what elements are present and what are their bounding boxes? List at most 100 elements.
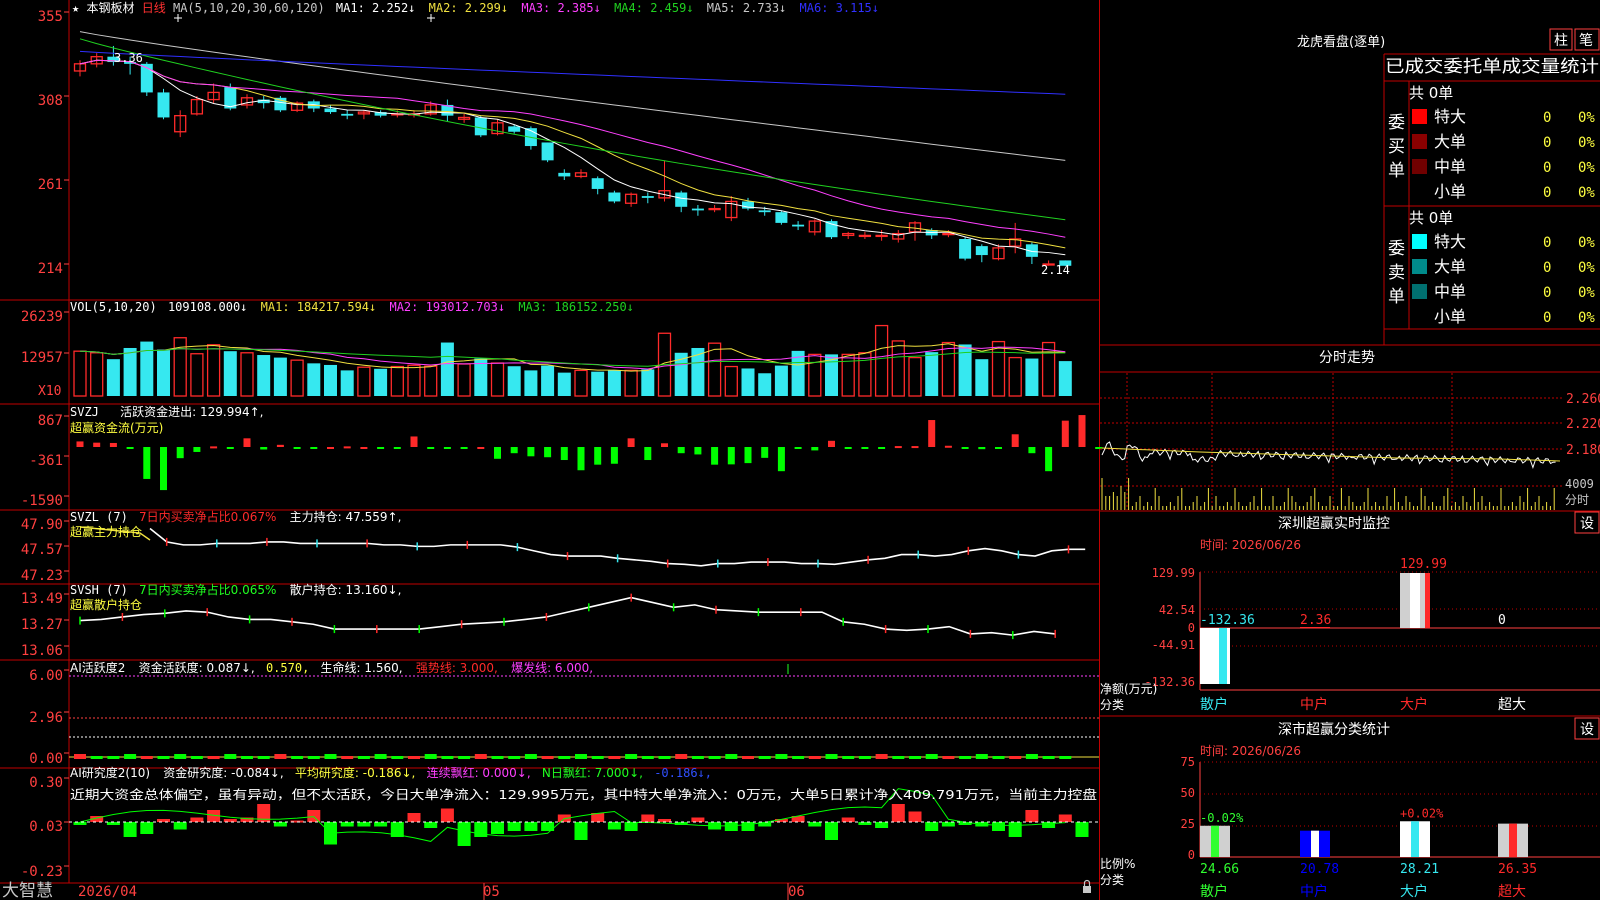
ai1-bar-4	[140, 756, 153, 759]
vol-bar-51	[925, 352, 939, 396]
svg-text:VOL(5,10,20) 109108.000↓: VOL(5,10,20) 109108.000↓ MA1: 184217.594…	[70, 300, 634, 314]
svzj-bar-37	[694, 447, 702, 455]
sell-row-pct-1: 0%	[1578, 260, 1595, 276]
intraday-unit-label: 分时	[1565, 493, 1589, 507]
ai1-tick-1: 6.00	[29, 668, 63, 684]
ai1-bar-34	[641, 756, 654, 759]
svzj-bar-20	[410, 436, 418, 447]
vol-ma3: MA3: 186152.250↓	[518, 300, 634, 314]
sell-row-swatch-0	[1412, 234, 1427, 249]
sz-bars: -132.36 散户 2.36 中户 129.99 大户 0 超大	[1199, 557, 1600, 713]
sell-row-label-2: 中单	[1434, 282, 1466, 301]
candle-body-42	[775, 212, 788, 223]
ai2-c: 连续飘红: 0.000↓,	[427, 765, 531, 780]
vol-bar-10	[240, 352, 254, 397]
sz-settings-button[interactable]: 设	[1574, 511, 1600, 534]
svg-text:SVZL (7) 7日内买卖净占比0.067%: SVZL (7) 7日内买卖净占比0.067% 主力持仓: 47.559↑,	[70, 509, 401, 524]
svg-text:★ 本钢板材 日线 MA(5,10,: ★ 本钢板材 日线 MA(5,10,20,30,60,120) MA1: 2.2…	[72, 1, 879, 15]
sz-left-label-2: 分类	[1100, 698, 1124, 712]
cls-title: 深市超赢分类统计	[1278, 721, 1390, 738]
price-tick-3: 261	[38, 177, 63, 193]
ai2-bar-18	[374, 822, 388, 827]
ai1-bar-59	[1059, 756, 1072, 759]
ai1-bar-9	[224, 754, 237, 759]
ai2-bar-59	[1058, 814, 1072, 822]
buy-row-label-0: 特大	[1434, 107, 1466, 126]
svzj-bar-21	[427, 447, 435, 449]
vol-bar-57	[1025, 358, 1039, 396]
svzj-bar-31	[594, 447, 602, 465]
stock-chart-canvas: ★ 本钢板材 日线 MA(5,10,20,30,60,120) MA1: 2.2…	[0, 0, 1600, 900]
vol-bar-32	[607, 370, 621, 396]
cls-settings-button[interactable]: 设	[1574, 717, 1600, 740]
svg-text:AI活跃度2 资金活跃度: 0.087↓,: AI活跃度2 资金活跃度: 0.087↓, 0.570, 生命线: 1.560,…	[70, 660, 593, 675]
vol-unit-label[interactable]: X10	[38, 384, 61, 399]
chart-frame	[0, 0, 1600, 900]
sz-bar-hi-2	[1410, 573, 1420, 628]
ai1-bar-37	[691, 756, 704, 759]
vol-bar-20	[407, 364, 421, 397]
candle-body-47	[858, 234, 872, 238]
ai2-bar-56	[1008, 822, 1022, 837]
ai1-e: 爆发线: 6.000,	[511, 660, 593, 675]
candle-body-54	[975, 246, 988, 256]
ai1-bar-8	[207, 756, 220, 759]
cls-y-2: 50	[1181, 786, 1195, 800]
tick-view-button[interactable]: 笔	[1574, 28, 1600, 51]
ai2-bar-30	[574, 822, 588, 840]
intraday-price-line	[1101, 441, 1556, 470]
cls-value-1: 20.78	[1300, 862, 1339, 877]
sz-y-1: 129.99	[1152, 566, 1195, 580]
svzj-title: SVZJ	[70, 405, 99, 419]
intraday-price-2: 2.220	[1566, 417, 1600, 432]
svzj-bar-7	[193, 447, 201, 452]
ai2-description: 近期大资金总体偏空，虽有异动，但不太活跃，今日大单净流入：129.995万元，其…	[70, 787, 1097, 802]
svzj-bar-59	[1061, 420, 1069, 447]
ai2-bar-51	[925, 822, 939, 831]
cls-bar-accent-2	[1411, 821, 1419, 857]
sz-value-2: 129.99	[1400, 557, 1447, 572]
vol-bar-3	[123, 347, 137, 396]
ai1-bar-58	[1042, 756, 1055, 759]
ai1-b: 0.570,	[266, 661, 309, 675]
vol-bar-14	[307, 363, 321, 396]
ai1-bar-16	[341, 756, 354, 759]
sell-row-label-1: 大单	[1434, 257, 1466, 276]
svzj-bar-60	[1078, 415, 1086, 447]
vol-ma1: MA1: 184217.594↓	[261, 300, 377, 314]
ai2-tick-2: 0.03	[29, 819, 63, 835]
ai1-bar-27	[524, 754, 537, 759]
buy-row-label-3: 小单	[1434, 182, 1466, 201]
sz-cat-1: 中户	[1300, 696, 1328, 713]
vol-bar-29	[557, 372, 571, 396]
ai1-bar-45	[825, 754, 838, 759]
side-char: 买	[1388, 137, 1405, 157]
svzj-bar-39	[727, 447, 735, 465]
ai1-bar-20	[408, 756, 420, 759]
bar-view-button[interactable]: 柱	[1549, 28, 1573, 51]
sz-y-2: 42.54	[1159, 603, 1195, 617]
vol-bar-21	[424, 365, 438, 397]
buy-row-pct-2: 0%	[1578, 160, 1595, 176]
vol-bar-52	[941, 341, 956, 397]
buy-row-pct-3: 0%	[1578, 185, 1595, 201]
ai2-e: -0.186↓,	[654, 766, 712, 780]
cls-y-4: 0	[1188, 848, 1195, 862]
svzj-tick-2: -361	[29, 453, 63, 469]
vol-bar-56	[1008, 356, 1022, 397]
svg-text:笔: 笔	[1579, 33, 1593, 49]
ai2-bar-48	[875, 822, 889, 828]
favorite-star-icon: ★	[72, 1, 79, 15]
price-tick-4: 214	[38, 261, 63, 277]
cls-y-1: 75	[1181, 755, 1195, 769]
side-char: 单	[1388, 287, 1405, 307]
svzj-bar-49	[894, 446, 902, 449]
buy-row-pct-1: 0%	[1578, 135, 1595, 151]
ai2-bar-60	[1075, 822, 1089, 837]
ai1-bar-28	[541, 756, 554, 759]
sell-row-count-0: 0	[1543, 235, 1551, 251]
ai2-bar-12	[273, 822, 287, 827]
cls-bar-accent-1	[1311, 830, 1319, 857]
svsh-ratio: 7日内买卖净占比0.065%	[139, 582, 276, 597]
lock-icon[interactable]	[1083, 879, 1091, 894]
